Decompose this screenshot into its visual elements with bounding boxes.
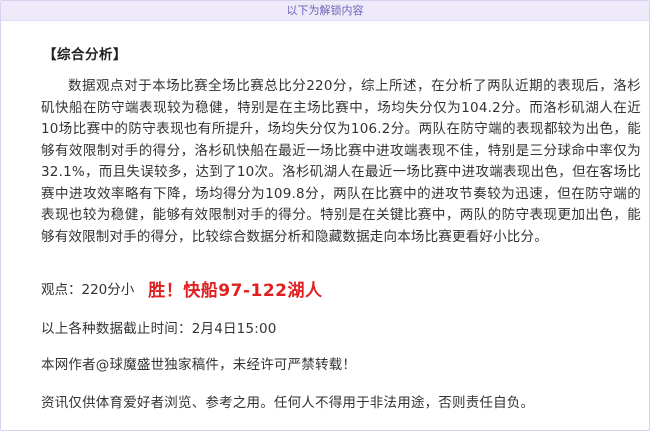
prediction-label: 观点：220分小 — [41, 282, 135, 298]
data-cutoff-time: 以上各种数据截止时间：2月4日15:00 — [41, 321, 277, 337]
section-title: 【综合分析】 — [43, 47, 127, 63]
analysis-paragraph: 数据观点对于本场比赛全场比赛总比分220分，综上所述，在分析了两队近期的表现后，… — [41, 78, 641, 245]
article-content: 【综合分析】 数据观点对于本场比赛全场比赛总比分220分，综上所述，在分析了两队… — [15, 21, 641, 430]
unlock-banner: 以下为解锁内容 — [1, 1, 649, 21]
disclaimer-notice: 资讯仅供体育爱好者浏览、参考之用。任何人不得用于非法用途，否则责任自负。 — [41, 395, 535, 411]
copyright-notice: 本网作者@球魔盛世独家稿件，未经许可严禁转载！ — [41, 357, 357, 373]
article-frame: 以下为解锁内容 【综合分析】 数据观点对于本场比赛全场比赛总比分220分，综上所… — [0, 0, 650, 431]
prediction-line: 观点：220分小 胜！快船97-122湖人 — [41, 275, 322, 301]
result-verdict: 胜！快船97-122湖人 — [148, 280, 323, 301]
